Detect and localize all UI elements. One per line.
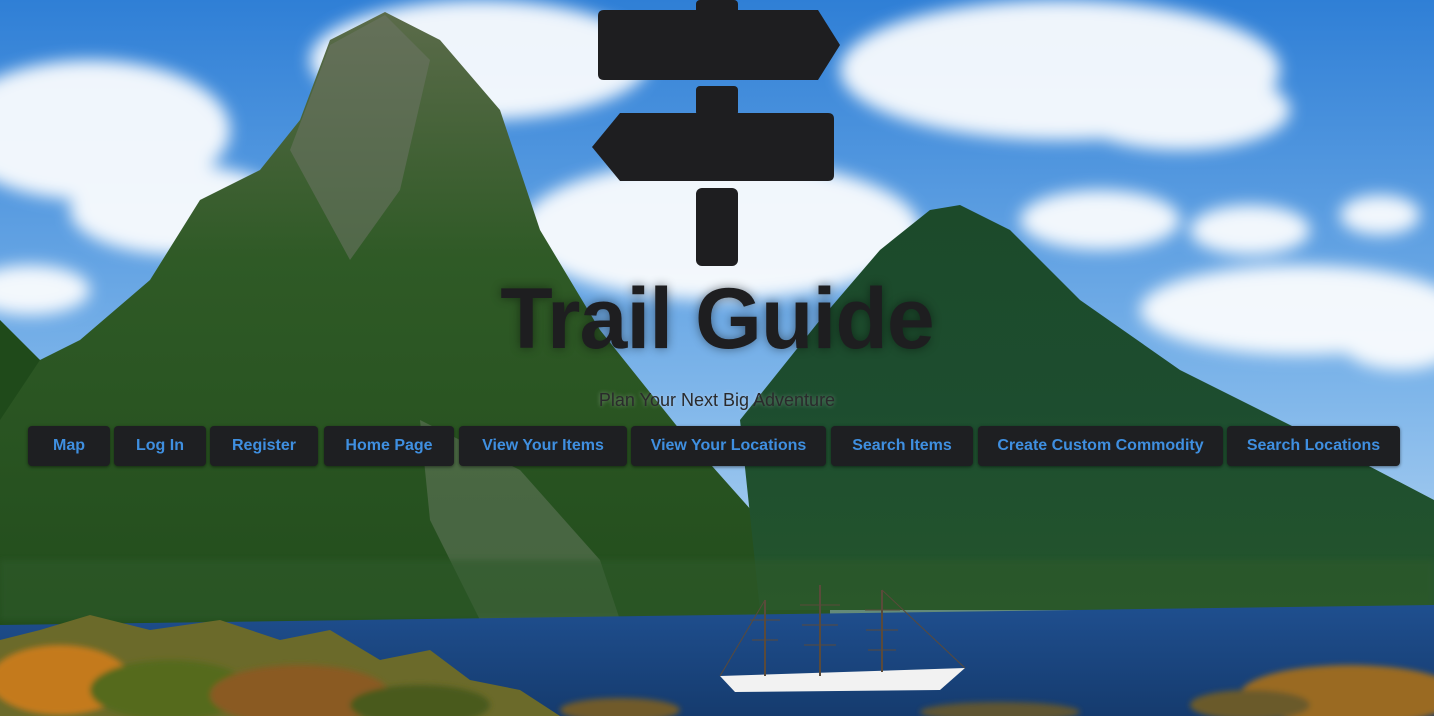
- nav-search-locations-button[interactable]: Search Locations: [1227, 426, 1400, 466]
- nav-search-items-button[interactable]: Search Items: [831, 426, 973, 466]
- nav-map-button[interactable]: Map: [28, 426, 110, 466]
- nav-view-your-locations-button[interactable]: View Your Locations: [631, 426, 826, 466]
- nav-register-button[interactable]: Register: [210, 426, 318, 466]
- nav-login-button[interactable]: Log In: [114, 426, 206, 466]
- page-title: Trail Guide: [500, 271, 934, 367]
- nav-view-your-items-button[interactable]: View Your Items: [459, 426, 627, 466]
- nav-home-page-button[interactable]: Home Page: [324, 426, 454, 466]
- nav-create-custom-commodity-button[interactable]: Create Custom Commodity: [978, 426, 1223, 466]
- signpost-icon: [592, 0, 840, 266]
- page-tagline: Plan Your Next Big Adventure: [598, 390, 836, 410]
